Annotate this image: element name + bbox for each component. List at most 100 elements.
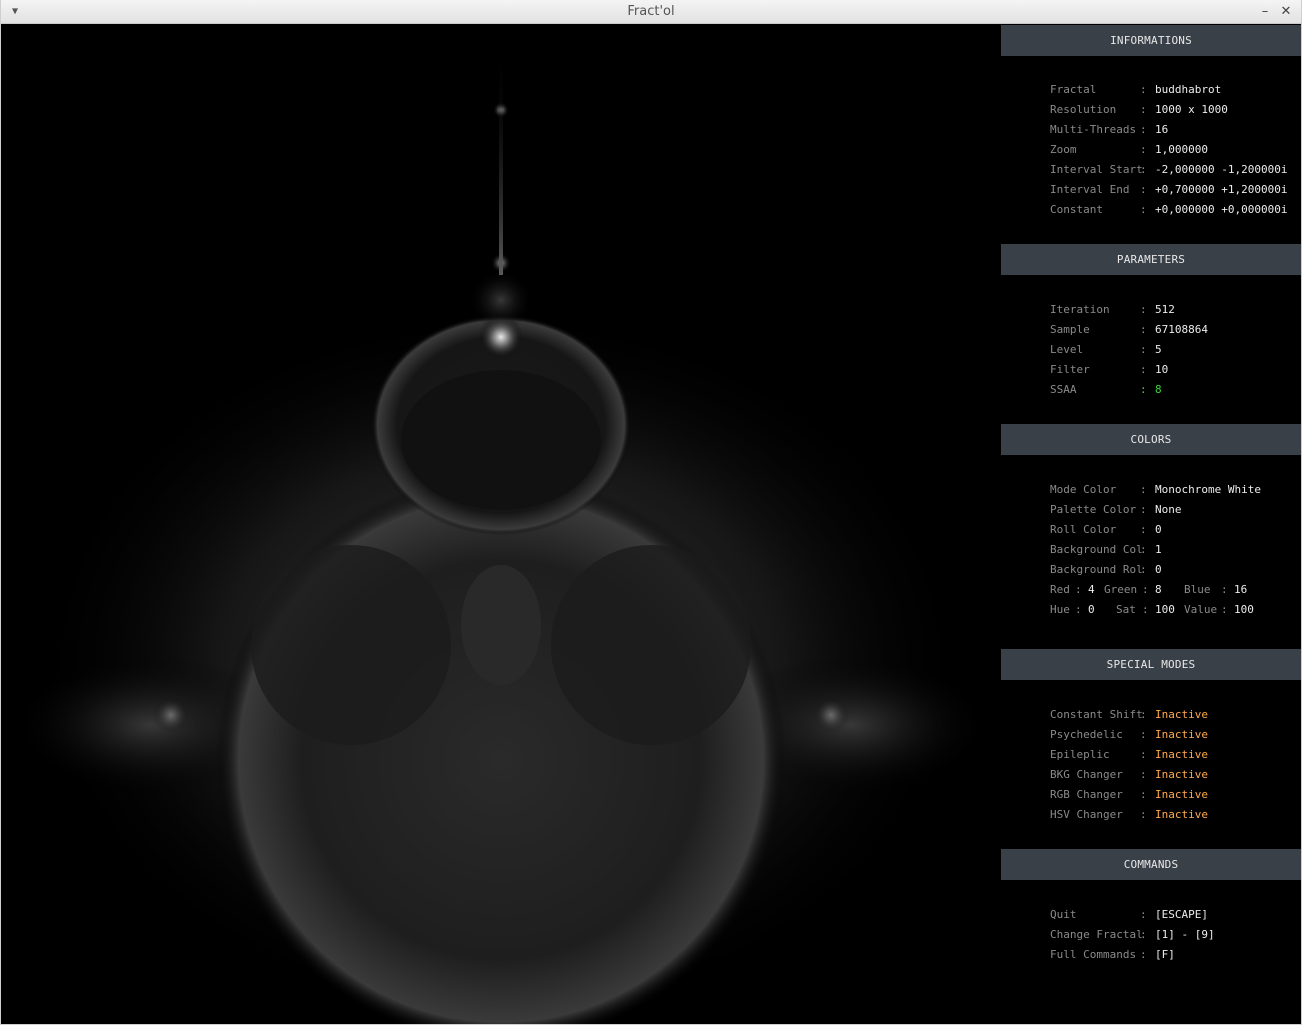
row-value: Inactive (1155, 728, 1208, 741)
row-separator: : (1140, 523, 1147, 536)
red-separator: : (1075, 583, 1082, 596)
parameters-header: PARAMETERS (1001, 244, 1301, 275)
row-value: 1,000000 (1155, 143, 1208, 156)
row-label: SSAA (1050, 383, 1077, 396)
row-label: Palette Color (1050, 503, 1137, 516)
row-separator: : (1140, 543, 1147, 556)
window-border-left (0, 0, 1, 1025)
row-value: 0 (1155, 563, 1162, 576)
green-label: Green (1104, 583, 1138, 596)
informations-header: INFORMATIONS (1001, 25, 1301, 56)
row-separator: : (1140, 503, 1147, 516)
row-separator: : (1140, 203, 1147, 216)
row-label: Resolution (1050, 103, 1117, 116)
row-separator: : (1140, 323, 1147, 336)
sat-value: 100 (1155, 603, 1175, 616)
row-separator: : (1140, 163, 1147, 176)
row-separator: : (1140, 383, 1147, 396)
special-modes-header: SPECIAL MODES (1001, 649, 1301, 680)
fractal-canvas[interactable] (1, 25, 1000, 1024)
row-value: Inactive (1155, 768, 1208, 781)
row-value: Inactive (1155, 708, 1208, 721)
hue-label: Hue (1050, 603, 1070, 616)
row-value: [1] - [9] (1155, 928, 1215, 941)
row-label: HSV Changer (1050, 808, 1123, 821)
rgb-row: Red : 4 Green : 8 Blue : 16 (1001, 582, 1301, 598)
row-separator: : (1140, 183, 1147, 196)
red-label: Red (1050, 583, 1070, 596)
row-label: Mode Color (1050, 483, 1117, 496)
row-separator: : (1140, 483, 1147, 496)
row-value: +0,700000 +1,200000i (1155, 183, 1288, 196)
row-label: Background Col (1050, 543, 1143, 556)
row-label: RGB Changer (1050, 788, 1123, 801)
row-value: 10 (1155, 363, 1169, 376)
info-panel: INFORMATIONS Fractal: buddhabrot Resoluti… (1001, 25, 1301, 1024)
row-value: 0 (1155, 523, 1162, 536)
value-label: Value (1184, 603, 1218, 616)
row-label: Sample (1050, 323, 1090, 336)
hue-separator: : (1075, 603, 1082, 616)
row-separator: : (1140, 728, 1147, 741)
row-separator: : (1140, 808, 1147, 821)
row-label: Epileplic (1050, 748, 1110, 761)
row-value: buddhabrot (1155, 83, 1222, 96)
row-separator: : (1140, 768, 1147, 781)
row-label: Constant Shift (1050, 708, 1143, 721)
row-label: Level (1050, 343, 1084, 356)
row-separator: : (1140, 123, 1147, 136)
blue-label: Blue (1184, 583, 1211, 596)
value-separator: : (1221, 603, 1228, 616)
row-value: None (1155, 503, 1182, 516)
row-label: Roll Color (1050, 523, 1117, 536)
row-value: Inactive (1155, 808, 1208, 821)
row-label: Filter (1050, 363, 1090, 376)
row-value: 1000 x 1000 (1155, 103, 1228, 116)
blue-separator: : (1221, 583, 1228, 596)
row-value: 5 (1155, 343, 1162, 356)
row-label: Multi-Threads (1050, 123, 1137, 136)
row-separator: : (1140, 363, 1147, 376)
row-label: Psychedelic (1050, 728, 1123, 741)
row-separator: : (1140, 708, 1147, 721)
row-separator: : (1140, 303, 1147, 316)
colors-header: COLORS (1001, 424, 1301, 455)
green-separator: : (1142, 583, 1149, 596)
row-separator: : (1140, 103, 1147, 116)
row-separator: : (1140, 908, 1147, 921)
green-value: 8 (1155, 583, 1162, 596)
row-separator: : (1140, 343, 1147, 356)
commands-header: COMMANDS (1001, 849, 1301, 880)
row-separator: : (1140, 788, 1147, 801)
value-value: 100 (1234, 603, 1254, 616)
row-value: 512 (1155, 303, 1175, 316)
row-value: Monochrome White (1155, 483, 1261, 496)
row-value: [F] (1155, 948, 1175, 961)
close-icon[interactable]: ✕ (1278, 4, 1294, 20)
window-title: Fract'ol (627, 4, 675, 19)
row-separator: : (1140, 143, 1147, 156)
row-label: Full Commands (1050, 948, 1137, 961)
row-label: Interval Start (1050, 163, 1143, 176)
sat-separator: : (1142, 603, 1149, 616)
row-label: Iteration (1050, 303, 1110, 316)
hue-value: 0 (1088, 603, 1095, 616)
hsv-row: Hue : 0 Sat : 100 Value : 100 (1001, 602, 1301, 618)
row-separator: : (1140, 748, 1147, 761)
row-value: +0,000000 +0,000000i (1155, 203, 1288, 216)
row-value: 67108864 (1155, 323, 1208, 336)
blue-value: 16 (1234, 583, 1248, 596)
row-label: Background Rol (1050, 563, 1143, 576)
row-value: 16 (1155, 123, 1169, 136)
sat-label: Sat (1116, 603, 1136, 616)
row-label: Zoom (1050, 143, 1077, 156)
row-value: Inactive (1155, 788, 1208, 801)
row-value: -2,000000 -1,200000i (1155, 163, 1288, 176)
minimize-icon[interactable]: – (1257, 4, 1273, 20)
row-separator: : (1140, 563, 1147, 576)
row-label: Fractal (1050, 83, 1097, 96)
row-value: 8 (1155, 383, 1162, 396)
row-separator: : (1140, 948, 1147, 961)
row-label: Change Fractal (1050, 928, 1143, 941)
red-value: 4 (1088, 583, 1095, 596)
